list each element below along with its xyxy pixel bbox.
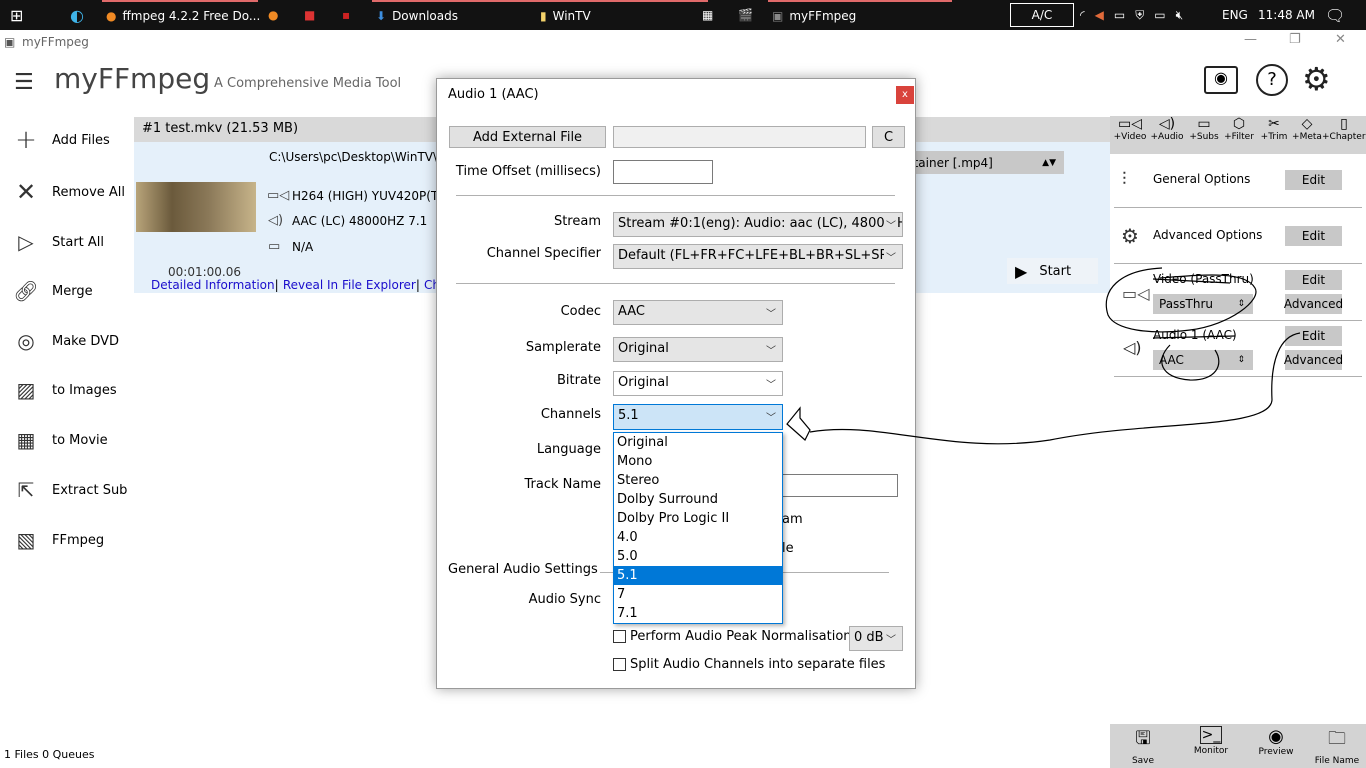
annotation-strike-audio — [1152, 335, 1236, 339]
annotation-circle-aac — [1161, 344, 1220, 381]
annotation-arrowhead — [786, 406, 811, 441]
annotation-arrow-line — [809, 332, 1301, 445]
annotation-strike-video — [1152, 278, 1231, 284]
annotation-loop-video — [1105, 267, 1257, 333]
hand-drawn-annotation — [786, 267, 1301, 445]
